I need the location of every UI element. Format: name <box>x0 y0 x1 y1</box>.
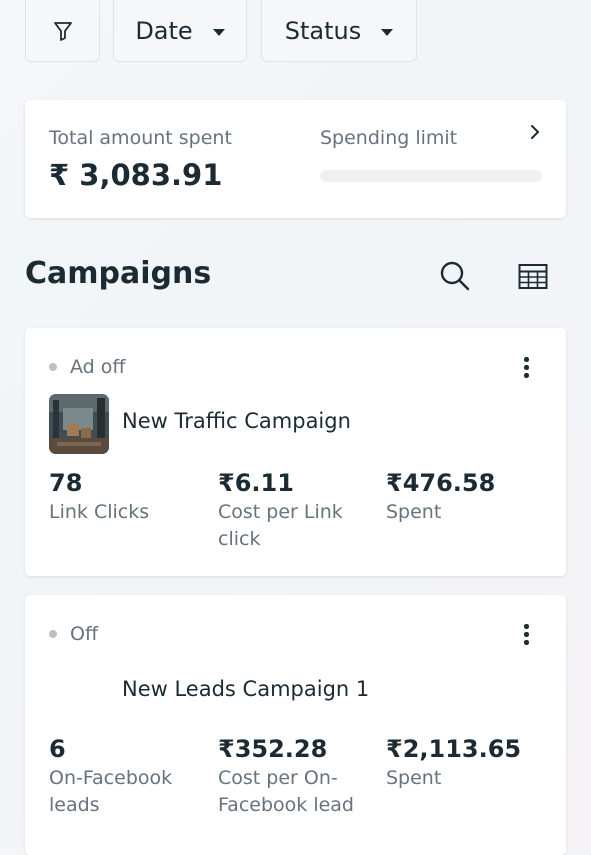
stat-label: On-Facebook leads <box>49 767 173 816</box>
stat-label: Spent <box>386 501 442 523</box>
search-icon[interactable] <box>438 259 472 293</box>
campaigns-title: Campaigns <box>25 256 212 291</box>
campaign-card[interactable]: Off New Leads Campaign 1 6 On-Facebook l… <box>25 595 566 855</box>
stat-value: 6 <box>49 735 66 763</box>
total-spent-value: ₹ 3,083.91 <box>49 158 223 192</box>
campaign-name: New Leads Campaign 1 <box>122 677 370 701</box>
campaign-thumbnail <box>49 394 109 454</box>
date-filter-dropdown[interactable]: Date <box>113 0 247 62</box>
campaign-status: Off <box>70 623 99 645</box>
filter-button[interactable] <box>25 0 100 62</box>
stat-value: ₹476.58 <box>386 469 496 497</box>
stat-label: Cost per On-Facebook lead <box>218 767 354 816</box>
stat-label: Spent <box>386 767 442 789</box>
stat-label: Cost per Link click <box>218 501 343 550</box>
campaign-status: Ad off <box>70 356 126 378</box>
stat-value: ₹6.11 <box>218 469 294 497</box>
caret-down-icon <box>381 28 394 36</box>
date-filter-label: Date <box>135 17 193 45</box>
more-vertical-icon[interactable] <box>524 624 530 648</box>
campaign-name: New Traffic Campaign <box>122 409 351 433</box>
caret-down-icon <box>212 28 225 36</box>
stat-label: Link Clicks <box>49 501 150 523</box>
stat-value: ₹352.28 <box>218 735 328 763</box>
stat-value: 78 <box>49 469 83 497</box>
total-spent-label: Total amount spent <box>49 127 232 149</box>
stat-value: ₹2,113.65 <box>386 735 522 763</box>
status-dot <box>49 630 57 638</box>
chevron-right-icon[interactable] <box>525 122 545 142</box>
more-vertical-icon[interactable] <box>524 357 530 381</box>
table-icon[interactable] <box>518 263 548 291</box>
campaign-card[interactable]: Ad off New Traffic Campaign 78 Link Clic… <box>25 328 566 576</box>
spending-limit-label: Spending limit <box>320 127 458 149</box>
spending-limit-bar <box>320 170 542 182</box>
status-filter-label: Status <box>284 17 362 45</box>
status-filter-dropdown[interactable]: Status <box>261 0 417 62</box>
filter-icon <box>52 20 74 42</box>
spend-summary-card[interactable]: Total amount spent ₹ 3,083.91 Spending l… <box>25 100 566 218</box>
status-dot <box>49 363 57 371</box>
